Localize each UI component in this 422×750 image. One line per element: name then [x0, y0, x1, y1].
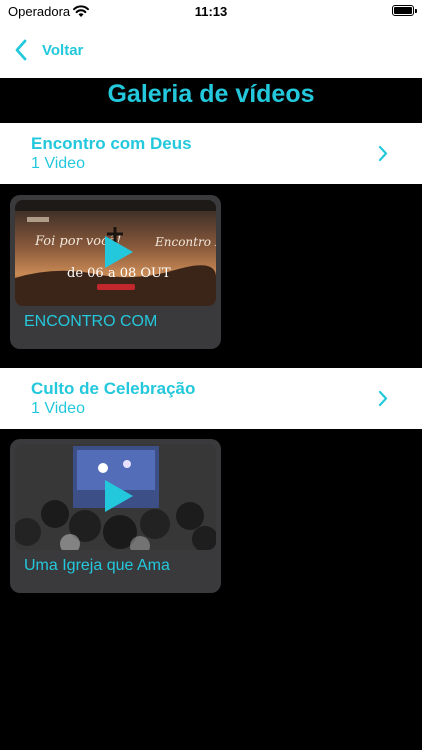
album-row-encontro-com-deus[interactable]: Encontro com Deus 1 Video [0, 123, 422, 184]
chevron-right-icon [378, 390, 388, 407]
album-title: Culto de Celebração [31, 379, 196, 398]
navigation-bar: Voltar [0, 24, 422, 78]
album-video-count: 1 Video [31, 400, 85, 417]
back-label: Voltar [42, 41, 84, 59]
status-bar: Operadora 11:13 [0, 0, 422, 24]
video-title: Uma Igreja que Ama [24, 557, 170, 574]
album-title: Encontro com Deus [31, 134, 192, 153]
play-icon [105, 480, 133, 512]
battery-icon [392, 5, 417, 16]
play-icon [105, 236, 133, 268]
chevron-right-icon [378, 145, 388, 162]
thumb-text-right: Encontro Deus [154, 235, 216, 249]
clock: 11:13 [194, 4, 228, 19]
album-video-count: 1 Video [31, 155, 85, 172]
chevron-left-icon [15, 39, 27, 61]
album-row-culto-de-celebracao[interactable]: Culto de Celebração 1 Video [0, 368, 422, 429]
video-thumbnail: Foi por você! Encontro Deus de 06 a 08 O… [15, 200, 216, 306]
page-title: Galeria de vídeos [107, 80, 315, 108]
video-card-uma-igreja[interactable]: Uma Igreja que Ama [10, 439, 221, 593]
video-thumbnail [15, 444, 216, 550]
video-card-encontro[interactable]: Foi por você! Encontro Deus de 06 a 08 O… [10, 195, 221, 349]
video-title: ENCONTRO COM [24, 313, 158, 330]
back-button[interactable]: Voltar [14, 37, 83, 63]
